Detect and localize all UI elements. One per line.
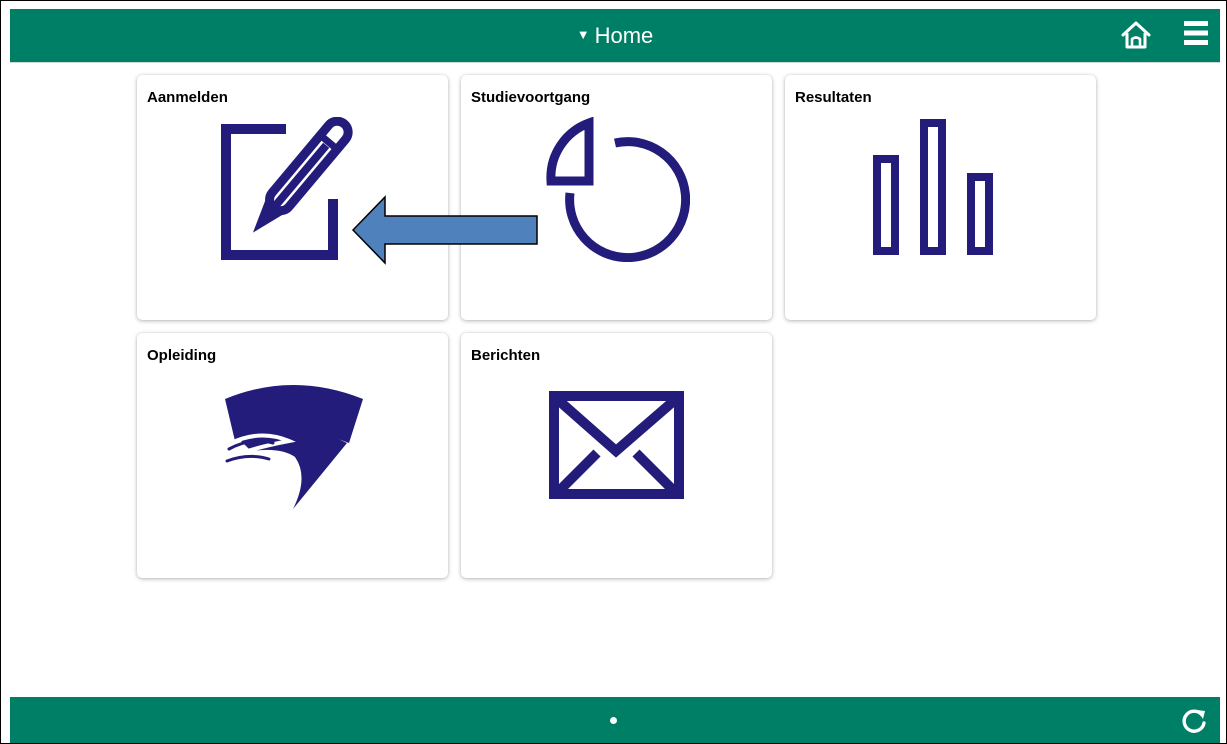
tile-berichten[interactable]: Berichten	[461, 333, 772, 578]
tile-title: Berichten	[471, 347, 541, 364]
hamburger-menu-icon	[1184, 21, 1208, 45]
pie-chart-icon	[546, 117, 690, 262]
home-icon	[1121, 21, 1151, 49]
bar-chart-icon	[873, 119, 993, 255]
tile-resultaten[interactable]: Resultaten	[785, 75, 1096, 320]
refresh-button[interactable]	[1180, 707, 1208, 735]
tile-title: Opleiding	[147, 347, 217, 364]
app-window: ▼ Home Aanmelden Studievoortgang Resulta…	[0, 0, 1227, 744]
caret-down-icon: ▼	[576, 27, 590, 42]
tile-studievoortgang[interactable]: Studievoortgang	[461, 75, 772, 320]
tile-title: Studievoortgang	[471, 89, 591, 106]
envelope-icon	[549, 391, 684, 499]
home-button[interactable]	[1120, 20, 1152, 50]
homepage-selector[interactable]: ▼ Home	[10, 9, 1220, 62]
page-indicator-dot[interactable]	[610, 717, 617, 724]
tile-title: Resultaten	[795, 89, 872, 106]
tile-title: Aanmelden	[147, 89, 228, 106]
edit-pencil-icon	[221, 117, 353, 260]
menu-button[interactable]	[1184, 20, 1208, 46]
top-navigation-bar: ▼ Home	[10, 9, 1220, 63]
tile-opleiding[interactable]: Opleiding	[137, 333, 448, 578]
bottom-bar	[10, 697, 1220, 743]
refresh-icon	[1182, 709, 1206, 733]
page-title: Home	[594, 22, 654, 48]
tile-aanmelden[interactable]: Aanmelden	[137, 75, 448, 320]
education-logo-icon	[225, 385, 363, 509]
